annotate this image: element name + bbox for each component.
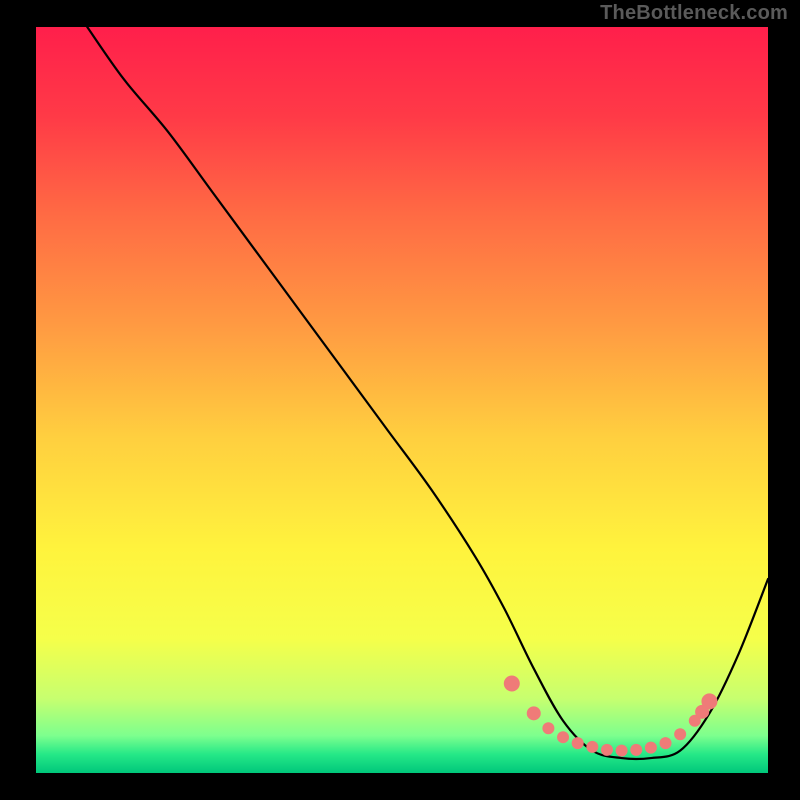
marker-dot [527,706,541,720]
chart-frame: TheBottleneck.com [0,0,800,800]
gradient-background [36,27,768,773]
marker-dot [601,744,613,756]
marker-dot [557,731,569,743]
marker-dot [701,693,717,709]
chart-svg [36,27,768,773]
marker-dot [616,745,628,757]
watermark-text: TheBottleneck.com [600,2,788,25]
marker-dot [674,728,686,740]
marker-dot [542,722,554,734]
plot-area [36,27,768,773]
marker-dot [586,741,598,753]
marker-dot [572,737,584,749]
marker-dot [504,675,520,691]
marker-dot [630,744,642,756]
marker-dot [645,742,657,754]
marker-dot [660,737,672,749]
